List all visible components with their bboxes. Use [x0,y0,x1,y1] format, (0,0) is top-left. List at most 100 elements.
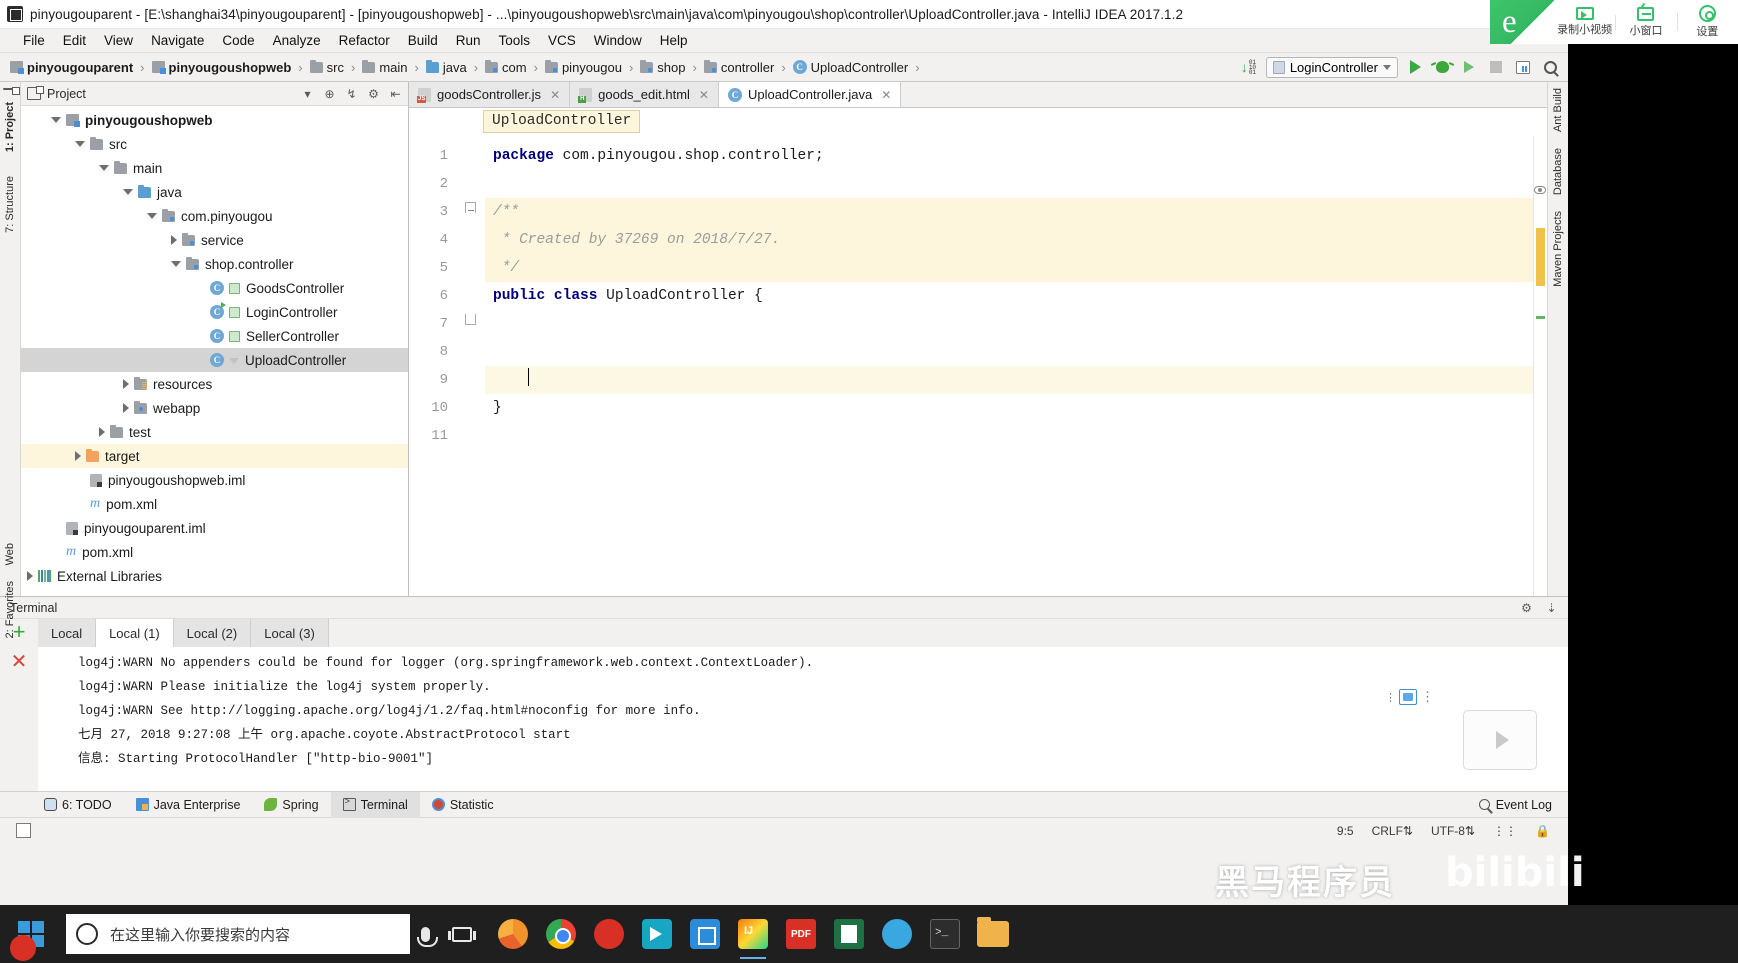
chevron-down-icon[interactable] [75,141,85,147]
terminal-output[interactable]: log4j:WARN No appenders could be found f… [38,647,1568,791]
taskbar-blue-app[interactable] [686,915,724,953]
taskbar-pdf[interactable]: PDF [782,915,820,953]
settings-gear-icon[interactable]: ⚙ [367,87,380,101]
menu-tools[interactable]: Tools [490,32,540,49]
chevron-down-icon[interactable] [51,117,61,123]
menu-navigate[interactable]: Navigate [142,32,213,49]
chevron-down-icon[interactable] [123,189,133,195]
drag-handle-icon[interactable]: ⋮ [1385,691,1396,704]
stop-button[interactable] [1486,57,1506,77]
close-icon[interactable]: ✕ [881,88,891,102]
file-encoding[interactable]: UTF-8⇅ [1431,824,1475,838]
recorder-small-window-button[interactable]: 小窗口 [1615,6,1676,38]
status-statistic[interactable]: Statistic [420,792,506,818]
code-line[interactable] [485,366,1533,394]
breadcrumb-controller[interactable]: controller [703,59,774,75]
tree-item-webapp[interactable]: webapp [21,396,408,420]
taskbar-media-player[interactable] [638,915,676,953]
more-options-icon[interactable]: ⋮ [1421,690,1434,703]
taskbar-chrome[interactable] [542,915,580,953]
hide-icon[interactable]: ⇤ [389,87,402,101]
code-line[interactable]: */ [485,254,1533,282]
taskbar-excel[interactable] [830,915,868,953]
window-restore-icon[interactable] [16,823,31,838]
chevron-right-icon[interactable] [75,451,81,461]
breadcrumb-src[interactable]: src [309,59,344,75]
menu-view[interactable]: View [95,32,142,49]
run-button[interactable] [1405,57,1425,77]
editor-marker-bar[interactable] [1533,136,1547,596]
code-line[interactable]: } [485,394,1533,422]
chevron-down-icon[interactable]: ▾ [301,87,314,101]
menu-window[interactable]: Window [585,32,651,49]
tree-item-goodscontroller[interactable]: C GoodsController [21,276,408,300]
code-line[interactable]: /** [485,198,1533,226]
marker-change[interactable] [1536,316,1545,319]
status-todo[interactable]: 6: TODO [32,792,124,818]
code-line[interactable]: public class UploadController { [485,282,1533,310]
caret-position[interactable]: 9:5 [1337,824,1354,838]
tab-goods-edit-html[interactable]: goods_edit.html ✕ [570,82,719,107]
locate-icon[interactable]: ⊕ [323,87,336,101]
marker-warning[interactable] [1536,228,1545,286]
terminal-tab-local-2[interactable]: Local (2) [173,619,252,647]
terminal-tab-local[interactable]: Local [38,619,97,647]
tree-item-service[interactable]: service [21,228,408,252]
tab-goodscontroller-js[interactable]: goodsController.js ✕ [409,82,571,107]
breadcrumb-java[interactable]: java [425,59,467,75]
chevron-down-icon[interactable] [171,261,181,267]
code-line[interactable] [485,310,1533,338]
taskbar-notification-bubble[interactable] [10,935,36,961]
status-spring[interactable]: Spring [252,792,330,818]
tree-item-sellercontroller[interactable]: C SellerController [21,324,408,348]
recorder-record-video-button[interactable]: 录制小视频 [1554,7,1615,37]
chevron-down-icon[interactable] [147,213,157,219]
terminal-tab-local-1[interactable]: Local (1) [96,619,174,647]
code-lines[interactable]: package com.pinyougou.shop.controller; /… [485,136,1533,596]
tree-item-pom-xml[interactable]: m pom.xml [21,540,408,564]
tool-window-project[interactable]: 1: Project [4,102,16,152]
settings-gear-icon[interactable]: ⚙ [1520,601,1533,615]
breadcrumb-main[interactable]: main [362,59,408,75]
tree-item-target[interactable]: target [21,444,408,468]
taskbar-opera[interactable] [590,915,628,953]
recorder-settings-button[interactable]: 设置 [1676,5,1738,39]
code-editor[interactable]: 1 2 3 4 5 6 7 8 9 10 11 package com.pinyougou.shop… [409,136,1547,596]
project-tree[interactable]: pinyougoushopweb src main java com.pinyougou… [21,106,408,596]
breadcrumb-uploadcontroller[interactable]: C UploadController [792,60,908,75]
taskbar-command-prompt[interactable] [926,915,964,953]
taskbar-bird[interactable] [878,915,916,953]
chevron-right-icon[interactable] [123,379,129,389]
play-icon[interactable] [1495,731,1509,749]
run-configuration-selector[interactable]: LoginController [1265,56,1398,78]
indent-icon[interactable]: ⋮⋮ [1493,824,1517,838]
breadcrumb-pinyougouparent[interactable]: pinyougouparent [10,60,133,75]
menu-refactor[interactable]: Refactor [330,32,399,49]
taskbar-intellij[interactable] [734,915,772,959]
fold-comment-start-icon[interactable] [465,202,476,213]
menu-run[interactable]: Run [447,32,490,49]
coverage-button[interactable] [1459,57,1479,77]
code-line[interactable] [485,422,1533,450]
tree-item-resources[interactable]: resources [21,372,408,396]
breadcrumb-pinyougou[interactable]: pinyougou [544,59,622,75]
terminal-tab-local-3[interactable]: Local (3) [251,619,329,647]
code-line[interactable] [485,170,1533,198]
microphone-button[interactable] [410,926,440,947]
debug-button[interactable] [1432,57,1452,77]
tool-window-database[interactable]: Database [1552,148,1564,195]
lock-icon[interactable]: 🔒 [1535,824,1550,838]
hide-icon[interactable]: ⇣ [1545,601,1558,615]
tree-item-pom-xml[interactable]: m pom.xml [21,492,408,516]
line-separator[interactable]: CRLF⇅ [1372,824,1413,838]
chat-icon[interactable] [1399,689,1417,705]
chevron-down-icon[interactable] [99,165,109,171]
menu-analyze[interactable]: Analyze [264,32,330,49]
menu-help[interactable]: Help [651,32,697,49]
chevron-right-icon[interactable] [99,427,105,437]
status-terminal[interactable]: Terminal [330,791,420,818]
breadcrumb-pinyougoushopweb[interactable]: pinyougoushopweb [151,60,291,75]
status-java-enterprise[interactable]: Java Enterprise [124,792,253,818]
tree-item-pinyougoushopweb[interactable]: pinyougoushopweb [21,108,408,132]
taskbar-firefox[interactable] [494,915,532,953]
